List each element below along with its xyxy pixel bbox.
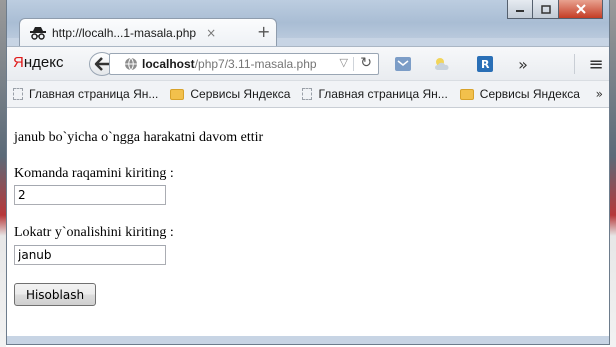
weather-icon bbox=[435, 58, 449, 70]
direction-label: Lokatr y`onalishini kiriting : bbox=[14, 225, 174, 240]
window-bottom-border bbox=[7, 336, 609, 344]
menu-button[interactable]: ≡ bbox=[585, 54, 607, 75]
close-icon bbox=[575, 4, 586, 14]
incognito-icon bbox=[30, 26, 46, 40]
new-tab-button[interactable]: + bbox=[257, 22, 270, 41]
url-path: /php7/3.11-masala.php bbox=[194, 57, 317, 71]
direction-input[interactable] bbox=[14, 245, 166, 265]
folder-icon bbox=[459, 88, 474, 100]
address-bar[interactable]: localhost/php7/3.11-masala.php ▽ ↻ bbox=[109, 53, 379, 75]
tab-active[interactable]: http://localh...1-masala.php × bbox=[19, 18, 277, 46]
extension-icon: R bbox=[477, 56, 493, 72]
browser-window: http://localh...1-masala.php × + Яндекс … bbox=[6, 0, 610, 345]
pocket-button[interactable] bbox=[392, 54, 414, 74]
svg-text:R: R bbox=[481, 58, 490, 71]
url-separator bbox=[353, 57, 354, 71]
result-text: janub bo`yicha o`ngga harakatni davom et… bbox=[14, 130, 264, 145]
command-input[interactable] bbox=[14, 185, 166, 205]
bookmarks-overflow-button[interactable]: » bbox=[596, 87, 603, 101]
maximize-button[interactable] bbox=[533, 0, 559, 19]
page-icon bbox=[302, 88, 313, 100]
url-host: localhost bbox=[142, 57, 195, 71]
window-controls bbox=[507, 0, 603, 20]
weather-button[interactable] bbox=[432, 54, 454, 74]
desktop-background-right bbox=[610, 0, 616, 347]
folder-icon bbox=[170, 88, 185, 100]
close-window-button[interactable] bbox=[559, 0, 603, 19]
tab-close-icon[interactable]: × bbox=[206, 26, 216, 40]
bookmark-item[interactable]: Сервисы Яндекса bbox=[170, 87, 290, 101]
minimize-button[interactable] bbox=[507, 0, 533, 19]
tab-title: http://localh...1-masala.php bbox=[52, 25, 197, 40]
bookmark-item[interactable]: Главная страница Ян... bbox=[302, 87, 448, 101]
back-arrow-icon bbox=[94, 57, 109, 71]
chevron-down-icon[interactable]: ▽ bbox=[340, 56, 348, 69]
command-label: Komanda raqamini kiriting : bbox=[14, 166, 174, 181]
maximize-icon bbox=[540, 4, 551, 14]
page-icon bbox=[13, 88, 23, 100]
minimize-icon bbox=[516, 10, 524, 12]
calculate-button[interactable]: Hisoblash bbox=[14, 283, 96, 306]
bookmark-item[interactable]: Сервисы Яндекса bbox=[459, 87, 580, 101]
yandex-bar-button[interactable]: R bbox=[474, 54, 496, 74]
inbox-icon bbox=[395, 57, 411, 71]
bookmarks-bar: Главная страница Ян... Сервисы Яндекса Г… bbox=[7, 80, 609, 108]
more-tools-button[interactable]: » bbox=[512, 54, 534, 74]
bookmark-item[interactable]: Главная страница Ян... bbox=[13, 87, 158, 101]
globe-icon bbox=[125, 57, 137, 71]
reload-icon[interactable]: ↻ bbox=[360, 55, 372, 71]
navigation-toolbar: Яндекс localhost/php7/3.11-masala.php ▽ … bbox=[7, 46, 609, 80]
title-bar: http://localh...1-masala.php × + bbox=[7, 0, 609, 46]
yandex-logo[interactable]: Яндекс bbox=[13, 54, 63, 71]
toolbar-separator bbox=[574, 54, 575, 74]
page-content: janub bo`yicha o`ngga harakatni davom et… bbox=[7, 108, 609, 337]
